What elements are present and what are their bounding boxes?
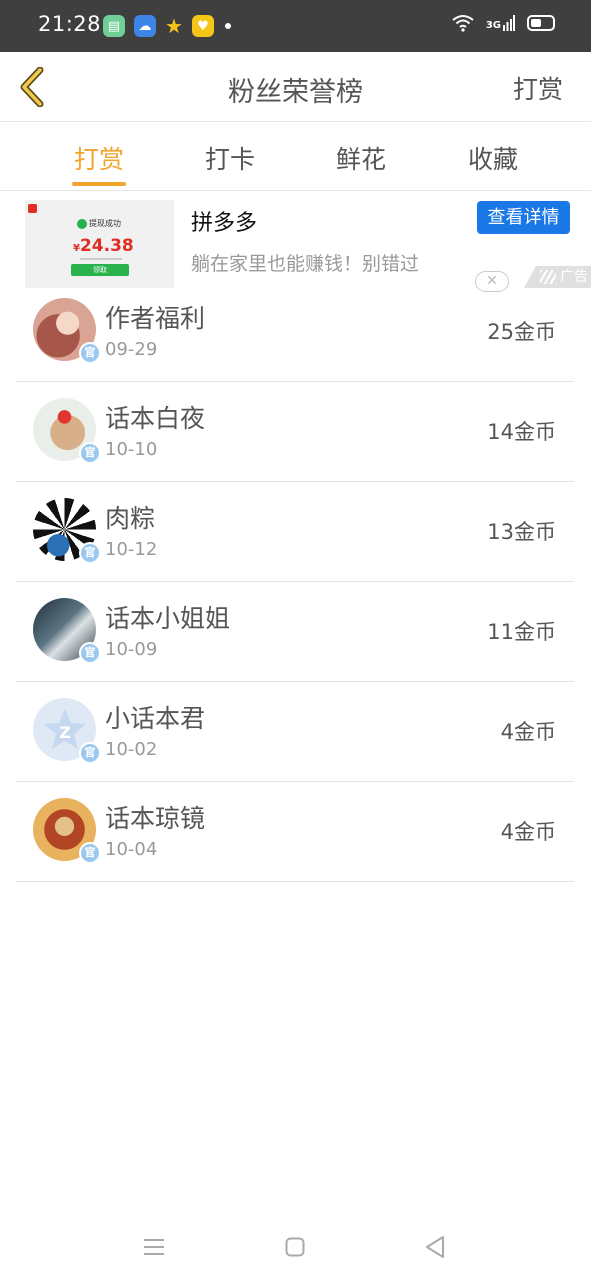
menu-button[interactable]: [137, 1230, 171, 1264]
official-badge: 官: [79, 542, 101, 564]
active-tab-indicator: [72, 182, 126, 186]
menu-icon: [144, 1239, 164, 1255]
fan-date: 10-09: [105, 639, 158, 660]
tab-flowers[interactable]: 鲜花: [311, 140, 411, 176]
divider: [80, 258, 122, 260]
tab-favorites[interactable]: 收藏: [443, 140, 543, 176]
fan-name: 话本白夜: [105, 404, 206, 433]
view-details-button[interactable]: 查看详情: [477, 201, 570, 234]
list-item[interactable]: 官 话本小姐姐 10-09 11金币: [16, 582, 574, 682]
ad-image-status: 提现成功: [89, 219, 121, 228]
signal-icon: 3G: [486, 15, 515, 31]
list-item[interactable]: Z 官 小话本君 10-02 4金币: [16, 682, 574, 782]
cloud-notification-icon: ☁: [134, 15, 156, 37]
more-notifications-dot: [224, 23, 231, 29]
fan-amount: 11金币: [487, 620, 556, 644]
battery-icon: [527, 15, 555, 31]
ad-description: 躺在家里也能赚钱！别错过: [191, 253, 420, 275]
tab-checkin[interactable]: 打卡: [180, 140, 280, 176]
notification-icons: ▤ ☁ ★ ♥: [103, 14, 231, 38]
check-icon: [77, 219, 87, 229]
system-icons: 3G: [452, 14, 555, 32]
list-item[interactable]: 官 话本琼镜 10-04 4金币: [16, 782, 574, 882]
ad-image[interactable]: 提现成功 ¥24.38 领取: [25, 200, 174, 288]
ad-image-amount: ¥24.38: [73, 236, 134, 256]
fan-date: 10-10: [105, 439, 158, 460]
title-bar: 粉丝荣誉榜 打赏: [0, 52, 591, 122]
fan-name: 肉粽: [105, 504, 156, 533]
wifi-icon: [452, 15, 474, 32]
gift-notification-icon: ♥: [191, 15, 214, 37]
official-badge: 官: [79, 742, 101, 764]
tab-reward[interactable]: 打赏: [49, 140, 149, 176]
fan-amount: 14金币: [487, 420, 556, 444]
official-badge: 官: [79, 642, 101, 664]
ad-image-button: 领取: [71, 264, 129, 276]
official-badge: 官: [79, 442, 101, 464]
fan-amount: 4金币: [500, 820, 556, 844]
list-item[interactable]: 官 肉粽 10-12 13金币: [16, 482, 574, 582]
home-button[interactable]: [278, 1230, 312, 1264]
fan-amount: 4金币: [500, 720, 556, 744]
network-type: 3G: [485, 20, 501, 31]
list-item[interactable]: 官 作者福利 09-29 25金币: [16, 282, 574, 382]
status-bar: 21:28 ▤ ☁ ★ ♥ 3G: [0, 0, 591, 52]
fan-amount: 25金币: [487, 320, 556, 344]
reward-button[interactable]: 打赏: [513, 70, 563, 106]
home-square-icon: [285, 1237, 305, 1257]
fan-date: 10-04: [105, 839, 158, 860]
back-nav-button[interactable]: [418, 1230, 452, 1264]
ad-title: 拼多多: [191, 211, 258, 236]
list-item[interactable]: 官 话本白夜 10-10 14金币: [16, 382, 574, 482]
fan-list: 官 作者福利 09-29 25金币 官 话本白夜 10-10 14金币 官 肉粽…: [16, 282, 574, 882]
status-time: 21:28: [38, 12, 102, 36]
fan-name: 话本琼镜: [105, 804, 206, 833]
app-notification-icon: ▤: [103, 15, 125, 37]
fan-date: 10-02: [105, 739, 158, 760]
official-badge: 官: [79, 342, 101, 364]
ad-banner[interactable]: 提现成功 ¥24.38 领取 拼多多 躺在家里也能赚钱！别错过 查看详情 ✕ 广…: [0, 192, 591, 294]
fan-name: 小话本君: [105, 704, 206, 733]
fan-date: 09-29: [105, 339, 158, 360]
page-title: 粉丝荣誉榜: [228, 77, 363, 108]
official-badge: 官: [79, 842, 101, 864]
fan-amount: 13金币: [487, 520, 556, 544]
triangle-back-icon: [426, 1236, 444, 1258]
pdd-logo-icon: [28, 204, 37, 213]
fan-name: 作者福利: [105, 304, 206, 333]
svg-text:Z: Z: [59, 723, 71, 742]
star-notification-icon: ★: [165, 14, 183, 38]
fan-date: 10-12: [105, 539, 158, 560]
system-nav-bar: [0, 1210, 591, 1280]
tab-bar: 打赏 打卡 鲜花 收藏: [0, 123, 591, 191]
fan-name: 话本小姐姐: [105, 604, 231, 633]
